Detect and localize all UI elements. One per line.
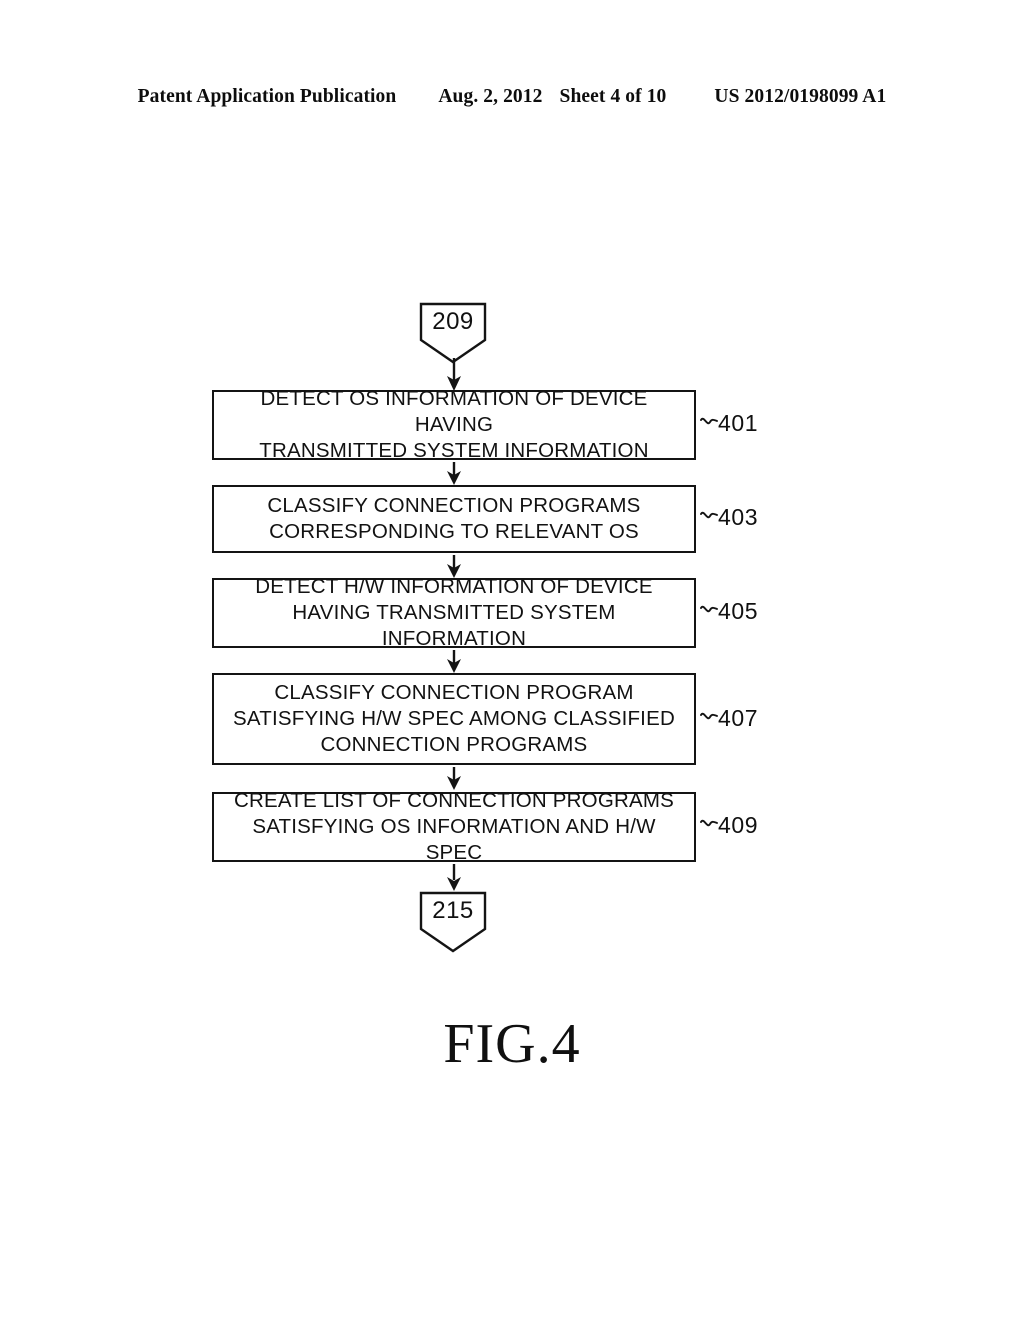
process-box-403: CLASSIFY CONNECTION PROGRAMS CORRESPONDI… [212,485,700,557]
arrow-step-405-to-407 [447,650,461,673]
process-box-401: DETECT OS INFORMATION OF DEVICE HAVING T… [212,387,700,464]
ref-number-403: 403 [718,504,759,530]
connector-exit-215: 215 [419,891,487,953]
arrow-step-409-to-exit [447,864,461,891]
ref-number-407: 407 [718,705,759,731]
process-box-409: CREATE LIST OF CONNECTION PROGRAMS SATIS… [212,789,700,866]
connector-exit-label: 215 [432,897,474,924]
connector-entry-label: 209 [432,308,474,335]
ref-leader-407-icon [700,712,718,720]
process-box-407-text: CLASSIFY CONNECTION PROGRAM SATISFYING H… [233,681,675,756]
ref-leader-401-icon [700,417,718,425]
flowchart-diagram: 209 DETECT OS INFORMATION OF DEVICE HAVI… [0,0,1024,1320]
ref-number-401: 401 [718,410,759,436]
arrow-step-401-to-403 [447,462,461,485]
patent-figure-page: Patent Application Publication Aug. 2, 2… [0,0,1024,1320]
process-box-405: DETECT H/W INFORMATION OF DEVICE HAVING … [212,575,700,652]
ref-number-409: 409 [718,812,759,838]
process-box-409-text: CREATE LIST OF CONNECTION PROGRAMS SATIS… [233,789,674,864]
ref-leader-405-icon [700,605,718,613]
process-box-403-text: CLASSIFY CONNECTION PROGRAMS CORRESPONDI… [267,494,641,543]
ref-number-405: 405 [718,598,759,624]
ref-leader-403-icon [700,511,718,519]
process-box-405-text: DETECT H/W INFORMATION OF DEVICE HAVING … [255,575,653,650]
process-box-401-text: DETECT OS INFORMATION OF DEVICE HAVING T… [259,387,649,462]
figure-caption: FIG.4 [443,1013,581,1075]
process-box-407: CLASSIFY CONNECTION PROGRAM SATISFYING H… [212,673,700,769]
connector-entry-209: 209 [419,302,487,364]
ref-leader-409-icon [700,819,718,827]
